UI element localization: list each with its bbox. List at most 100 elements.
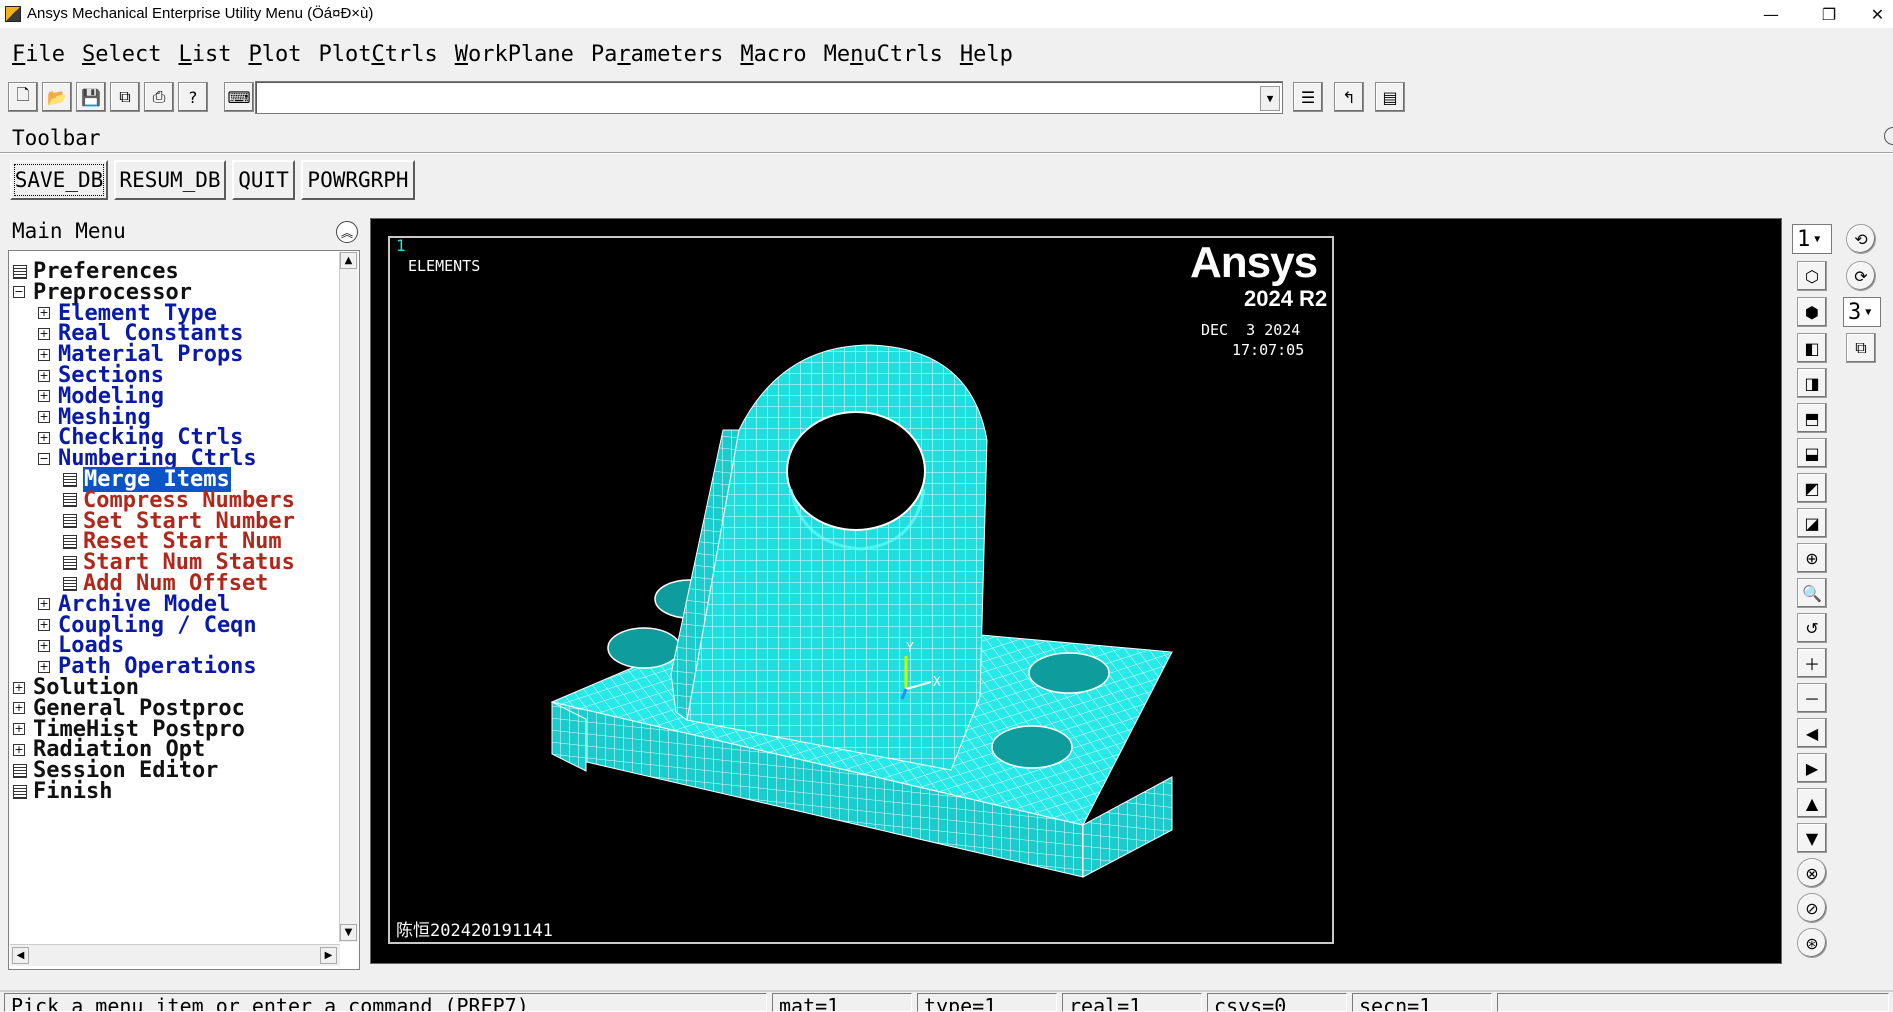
menu-command-icon (63, 576, 77, 591)
rotate-x-icon[interactable]: ⊗ (1797, 858, 1827, 888)
tree-horizontal-scrollbar[interactable]: ◀ ▶ (10, 944, 340, 966)
scroll-up-arrow-icon[interactable]: ▲ (340, 252, 357, 269)
zoom-back-icon[interactable]: ↺ (1797, 613, 1827, 643)
right-view-icon[interactable]: ◪ (1797, 508, 1827, 538)
menu-access-key: M (740, 41, 754, 67)
dynamic-rotate-z-icon[interactable]: ⟲ (1846, 224, 1876, 254)
close-button[interactable]: ✕ (1862, 0, 1893, 28)
top-view-icon[interactable]: ⬒ (1797, 403, 1827, 433)
rotation-increment-select[interactable]: 3 ▼ (1843, 297, 1881, 327)
expand-plus-icon[interactable]: + (13, 681, 25, 694)
menu-parameters[interactable]: Parameters (591, 42, 723, 67)
collapse-minus-icon[interactable]: − (38, 452, 50, 465)
front-view-icon[interactable]: ◧ (1797, 333, 1827, 363)
menu-label-prefix: Me (823, 41, 851, 67)
left-view-icon[interactable]: ◩ (1797, 473, 1827, 503)
command-history-dropdown[interactable]: ▼ (1260, 86, 1280, 111)
report-icon[interactable]: ⧉ (110, 82, 140, 112)
toolbar-label: Toolbar (12, 126, 101, 150)
expand-plus-icon[interactable]: + (38, 307, 50, 320)
menu-access-key: S (82, 41, 96, 67)
raise-hidden-icon[interactable]: ☰ (1293, 82, 1323, 112)
menu-label-suffix: uCtrls (863, 41, 943, 67)
plot-time: 17:07:05 (1232, 341, 1305, 359)
command-keyboard-icon[interactable]: ⌨ (224, 82, 254, 112)
menu-command-icon (63, 555, 77, 570)
menu-macro[interactable]: Macro (740, 42, 806, 67)
expand-plus-icon[interactable]: + (38, 348, 50, 361)
command-input[interactable] (255, 81, 1283, 114)
zoom-in-icon[interactable]: ＋ (1797, 648, 1827, 678)
expand-plus-icon[interactable]: + (13, 702, 25, 715)
expand-plus-icon[interactable]: + (38, 660, 50, 673)
status-real: real=1 (1062, 993, 1202, 1012)
print-icon[interactable]: ⎙ (144, 82, 174, 112)
dynamic-mode-icon[interactable]: ⧉ (1846, 333, 1876, 363)
menu-label-suffix: ile (25, 41, 65, 67)
plot-date: DEC 3 2024 (1201, 321, 1301, 339)
menu-access-key: P (248, 41, 262, 67)
bottom-view-icon[interactable]: ⬓ (1797, 438, 1827, 468)
new-file-icon[interactable]: 🗋 (8, 82, 38, 112)
menu-plotctrls[interactable]: PlotCtrls (318, 42, 437, 67)
menu-workplane[interactable]: WorkPlane (455, 42, 574, 67)
tree-item-finish[interactable]: Finish (13, 779, 112, 804)
menu-access-key: C (371, 41, 385, 67)
rotate-z-icon[interactable]: ⊛ (1797, 928, 1827, 958)
menu-menuctrls[interactable]: MenuCtrls (824, 42, 943, 67)
menu-file[interactable]: File (12, 42, 65, 67)
expand-plus-icon[interactable]: + (38, 411, 50, 424)
menu-list[interactable]: List (178, 42, 231, 67)
expand-plus-icon[interactable]: + (38, 369, 50, 382)
reset-picking-icon[interactable]: ↰ (1334, 82, 1364, 112)
expand-plus-icon[interactable]: + (38, 639, 50, 652)
zoom-icon[interactable]: 🔍 (1797, 578, 1827, 608)
expand-plus-icon[interactable]: + (38, 431, 50, 444)
collapse-menu-icon[interactable]: ︽ (336, 221, 358, 243)
resume-db-button[interactable]: RESUM_DB (114, 160, 226, 200)
menu-select[interactable]: Select (82, 42, 161, 67)
chevron-down-icon: ▼ (1865, 306, 1872, 318)
contact-manager-icon[interactable]: ▤ (1375, 82, 1405, 112)
expand-plus-icon[interactable]: + (38, 327, 50, 340)
help-icon[interactable]: ? (178, 82, 208, 112)
toolbar-collapse-icon[interactable] (1884, 127, 1893, 145)
plot-frame (388, 236, 1334, 944)
status-type: type=1 (917, 993, 1057, 1012)
menu-plot[interactable]: Plot (248, 42, 301, 67)
scroll-right-arrow-icon[interactable]: ▶ (320, 947, 337, 964)
expand-plus-icon[interactable]: + (13, 723, 25, 736)
status-prompt: Pick a menu item or enter a command (PRE… (4, 993, 767, 1012)
rotate-z-negative-icon[interactable]: ⟳ (1846, 261, 1876, 291)
expand-plus-icon[interactable]: + (38, 598, 50, 611)
open-folder-icon[interactable]: 📂 (42, 82, 72, 112)
pan-down-icon[interactable]: ▼ (1797, 823, 1827, 853)
isometric-view-icon[interactable]: ⬡ (1797, 261, 1827, 291)
pan-left-icon[interactable]: ◀ (1797, 718, 1827, 748)
collapse-minus-icon[interactable]: − (13, 286, 25, 299)
menu-access-key: F (12, 41, 26, 67)
quit-button[interactable]: QUIT (232, 160, 295, 200)
scroll-left-arrow-icon[interactable]: ◀ (12, 947, 29, 964)
pan-up-icon[interactable]: ▲ (1797, 788, 1827, 818)
scroll-down-arrow-icon[interactable]: ▼ (340, 924, 357, 941)
oblique-view-icon[interactable]: ⬢ (1797, 297, 1827, 327)
save-icon[interactable]: 💾 (76, 82, 106, 112)
window-select[interactable]: 1 ▼ (1792, 224, 1832, 254)
rotate-y-icon[interactable]: ⊘ (1797, 893, 1827, 923)
menu-label-suffix: ist (191, 41, 232, 67)
powrgrph-button[interactable]: POWRGRPH (301, 160, 415, 200)
minimize-button[interactable]: — (1748, 0, 1794, 28)
zoom-out-icon[interactable]: － (1797, 683, 1827, 713)
tree-vertical-scrollbar[interactable]: ▲ ▼ (339, 252, 358, 942)
expand-plus-icon[interactable]: + (13, 743, 25, 756)
pan-right-icon[interactable]: ▶ (1797, 753, 1827, 783)
expand-plus-icon[interactable]: + (38, 619, 50, 632)
maximize-button[interactable]: ❐ (1806, 0, 1852, 28)
back-view-icon[interactable]: ◨ (1797, 368, 1827, 398)
menu-help[interactable]: Help (960, 42, 1013, 67)
expand-plus-icon[interactable]: + (38, 390, 50, 403)
menu-label-suffix: ameters (630, 41, 724, 67)
fit-view-icon[interactable]: ⊕ (1797, 543, 1827, 573)
save-db-button[interactable]: SAVE_DB (10, 160, 108, 200)
